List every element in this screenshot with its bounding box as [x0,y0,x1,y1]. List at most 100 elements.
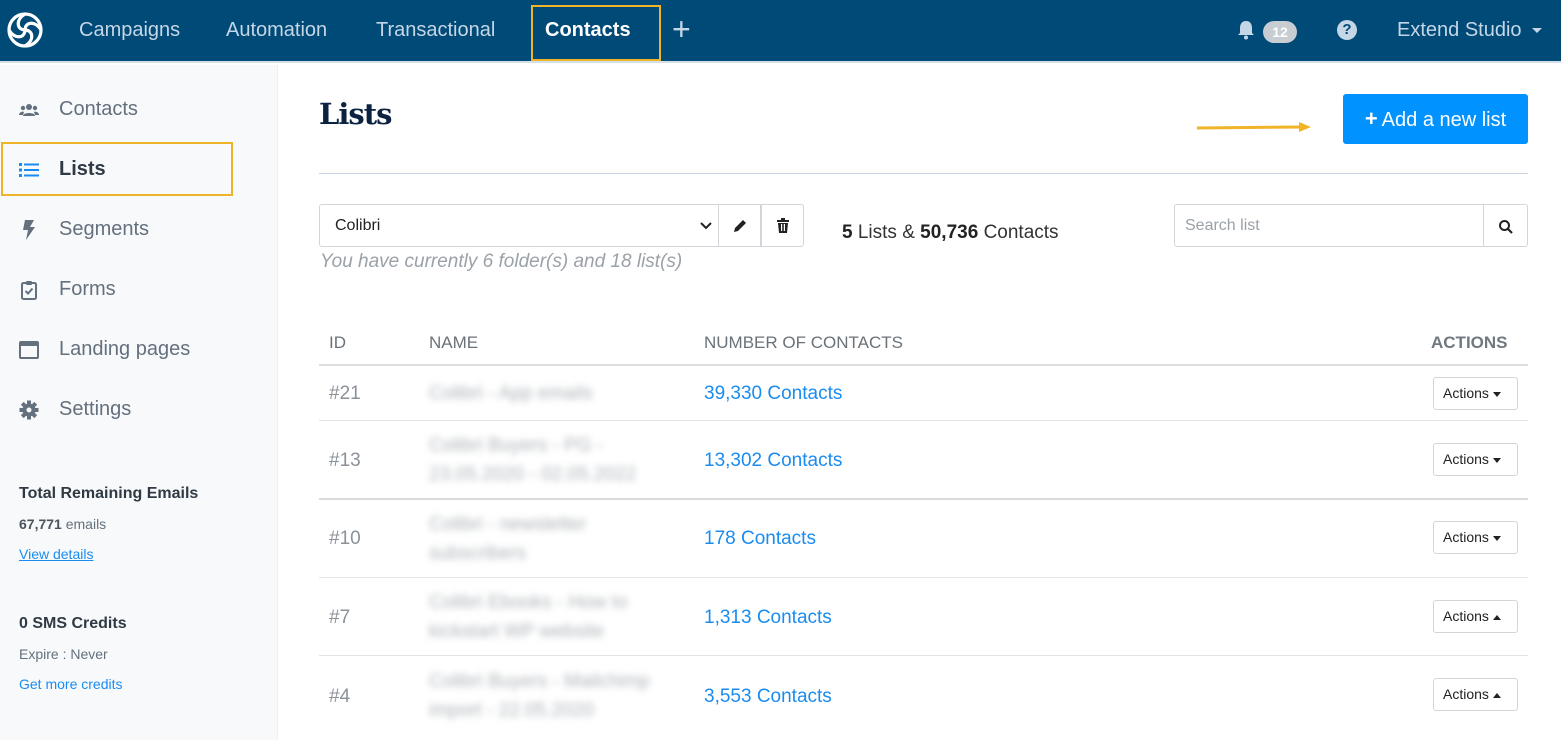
list-name[interactable]: Colibri - newsletter subscribers [429,510,669,568]
list-name[interactable]: Colibri Buyers - PG - 23.05.2020 - 02.05… [429,431,669,489]
browser-window-icon [19,341,39,359]
annotation-arrow-icon [1197,122,1311,132]
actions-label: Actions [1443,451,1489,467]
folder-select[interactable]: Colibri [319,204,719,247]
add-new-list-button[interactable]: + Add a new list [1343,94,1528,144]
brand-logo-icon[interactable] [5,10,45,50]
list-name[interactable]: Colibri Ebooks - How to kickstart WP web… [429,588,669,646]
trash-icon [777,218,789,233]
sidebar-item-segments[interactable]: Segments [0,210,278,250]
nav-campaigns[interactable]: Campaigns [79,0,180,60]
list-id: #10 [329,528,361,549]
top-navigation-bar: Campaigns Automation Transactional Conta… [0,0,1561,63]
account-name: Extend Studio [1397,19,1522,41]
get-more-credits-link[interactable]: Get more credits [19,676,122,692]
table-row: #10 Colibri - newsletter subscribers 178… [319,500,1528,577]
table-row: #13 Colibri Buyers - PG - 23.05.2020 - 0… [319,421,1528,498]
list-id: #21 [329,383,361,404]
add-new-list-label: Add a new list [1381,109,1507,131]
remaining-emails-title: Total Remaining Emails [19,485,199,502]
bell-icon[interactable] [1237,20,1255,40]
search-list-input[interactable] [1174,204,1484,247]
main-content: Lists + Add a new list Colibri You have c… [279,65,1561,740]
list-name[interactable]: Colibri - App emails [429,379,669,408]
users-icon [19,104,39,116]
folder-select-value: Colibri [335,217,381,234]
actions-dropdown[interactable]: Actions [1433,377,1518,410]
sidebar-item-landing-pages[interactable]: Landing pages [0,330,278,370]
caret-up-icon [1492,614,1501,620]
divider [319,173,1528,174]
sidebar-item-label: Landing pages [59,338,191,360]
sidebar-item-label: Settings [59,398,132,420]
folder-count-note: You have currently 6 folder(s) and 18 li… [320,251,683,272]
sidebar-item-label: Forms [59,278,116,300]
list-name[interactable]: Colibri Buyers - Mailchimp import - 22.0… [429,667,669,725]
notification-count-badge[interactable]: 12 [1263,21,1297,43]
caret-down-icon [1492,391,1501,397]
contacts-label: Contacts [983,222,1059,243]
clipboard-check-icon [21,281,37,300]
chevron-down-icon [700,222,712,230]
column-header-contacts[interactable]: NUMBER OF CONTACTS [704,333,903,353]
plus-icon: + [1364,106,1378,131]
contacts-count: 50,736 [920,222,979,243]
table-row: #7 Colibri Ebooks - How to kickstart WP … [319,578,1528,656]
sidebar-item-forms[interactable]: Forms [0,270,278,310]
account-menu[interactable]: Extend Studio [1397,0,1542,60]
list-contacts-link[interactable]: 3,553 Contacts [704,686,832,708]
actions-dropdown[interactable]: Actions [1433,443,1518,476]
search-icon [1499,220,1513,234]
sidebar-item-contacts[interactable]: Contacts [0,90,278,130]
lists-count: 5 [842,222,853,243]
edit-folder-button[interactable] [718,204,761,247]
view-details-link[interactable]: View details [19,546,93,562]
sms-credits-title: 0 SMS Credits [19,615,127,632]
gear-icon [19,400,39,420]
pencil-icon [734,220,746,232]
actions-label: Actions [1443,385,1489,401]
list-contacts-link[interactable]: 13,302 Contacts [704,450,842,472]
sidebar-item-settings[interactable]: Settings [0,390,278,430]
page-title: Lists [319,97,392,131]
list-id: #7 [329,607,351,628]
nav-automation[interactable]: Automation [226,0,327,60]
actions-label: Actions [1443,608,1489,624]
list-contacts-link[interactable]: 1,313 Contacts [704,607,832,629]
table-row: #4 Colibri Buyers - Mailchimp import - 2… [319,656,1528,740]
list-contacts-link[interactable]: 39,330 Contacts [704,383,842,405]
search-button[interactable] [1483,204,1528,247]
actions-dropdown[interactable]: Actions [1433,678,1518,711]
sidebar: Contacts Lists Segments Forms Landing pa… [0,65,278,740]
lists-summary: 5 Lists & 50,736 Contacts [842,222,1059,244]
column-header-actions: ACTIONS [1431,333,1508,352]
remaining-emails-unit: emails [65,516,107,532]
remaining-emails-count: 67,771 [19,516,62,532]
column-header-name[interactable]: NAME [429,333,478,353]
list-id: #4 [329,686,351,707]
caret-down-icon [1492,457,1501,463]
table-row: #21 Colibri - App emails 39,330 Contacts… [319,366,1528,420]
add-tab-icon[interactable]: + [672,12,691,46]
column-header-id[interactable]: ID [329,333,346,353]
highlight-box-contacts [531,5,661,61]
highlight-box-lists [1,142,233,196]
remaining-emails-value: 67,771 emails [19,516,106,532]
actions-label: Actions [1443,529,1489,545]
chevron-down-icon [1531,28,1542,34]
sidebar-item-label: Segments [59,218,150,240]
help-icon[interactable]: ? [1337,20,1357,40]
actions-label: Actions [1443,686,1489,702]
bolt-icon [23,220,35,240]
caret-down-icon [1492,535,1501,541]
lists-label: Lists & [857,222,915,243]
sidebar-item-label: Contacts [59,98,138,120]
list-id: #13 [329,450,361,471]
actions-dropdown[interactable]: Actions [1433,521,1518,554]
nav-transactional[interactable]: Transactional [376,0,495,60]
delete-folder-button[interactable] [761,204,804,247]
list-contacts-link[interactable]: 178 Contacts [704,528,816,550]
sms-expire-text: Expire : Never [19,646,108,662]
actions-dropdown[interactable]: Actions [1433,600,1518,633]
caret-up-icon [1492,692,1501,698]
